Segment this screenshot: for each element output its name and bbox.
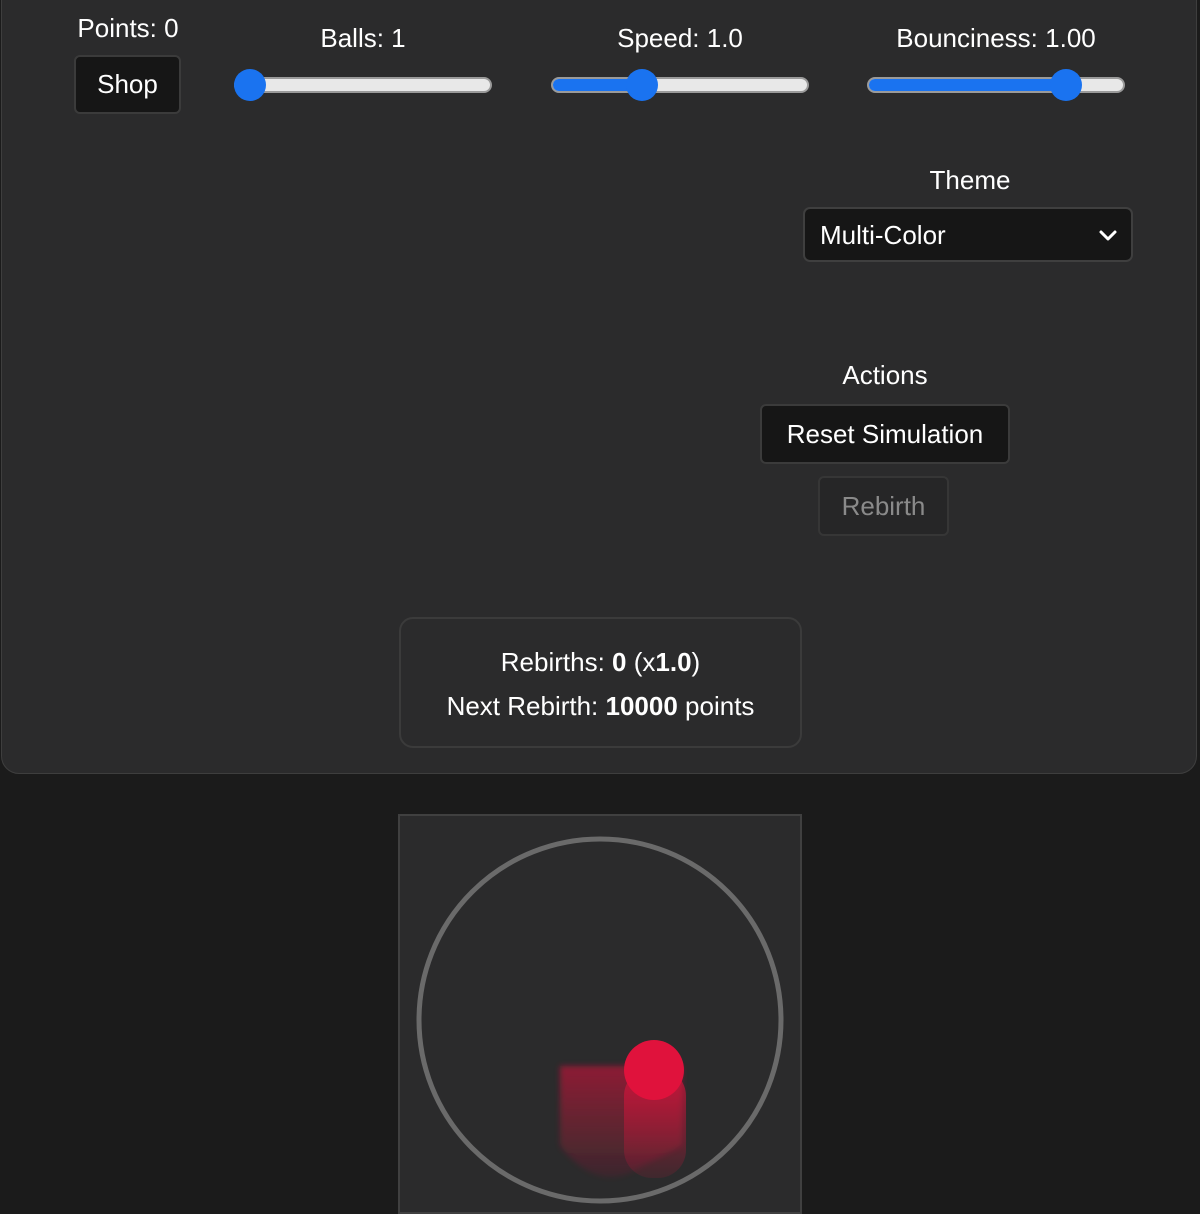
slider-track [551, 77, 809, 93]
next-rebirth-line: Next Rebirth: 10000 points [401, 691, 800, 722]
theme-selected-value: Multi-Color [820, 220, 946, 250]
slider-thumb[interactable] [234, 69, 266, 101]
rebirths-count: 0 [612, 647, 627, 677]
simulation-svg [416, 836, 784, 1204]
chevron-down-icon [1099, 230, 1117, 241]
rebirth-button[interactable]: Rebirth [818, 476, 949, 536]
balls-slider[interactable] [234, 68, 492, 102]
bounciness-label: Bounciness: 1.00 [896, 23, 1096, 53]
balls-label: Balls: 1 [320, 23, 406, 53]
slider-fill [869, 79, 1069, 91]
rebirths-line: Rebirths: 0 (x1.0) [401, 647, 800, 678]
next-rebirth-value: 10000 [605, 691, 678, 721]
multiplier-close: ) [691, 647, 701, 677]
multiplier-value: 1.0 [655, 647, 692, 677]
multiplier-open: (x [626, 647, 656, 677]
next-rebirth-suffix: points [677, 691, 755, 721]
slider-track [234, 77, 492, 93]
reset-simulation-button[interactable]: Reset Simulation [760, 404, 1010, 464]
theme-select[interactable]: Multi-Color [803, 207, 1133, 262]
shop-button[interactable]: Shop [74, 55, 181, 114]
next-rebirth-prefix: Next Rebirth: [446, 691, 606, 721]
actions-heading: Actions [842, 360, 928, 390]
rebirth-info-box: Rebirths: 0 (x1.0) Next Rebirth: 10000 p… [399, 617, 802, 748]
ball [624, 1040, 684, 1100]
speed-label: Speed: 1.0 [617, 23, 743, 53]
slider-thumb[interactable] [625, 69, 658, 101]
speed-slider[interactable] [551, 68, 809, 102]
slider-track [867, 77, 1125, 93]
bounciness-slider[interactable] [867, 68, 1125, 102]
theme-heading: Theme [929, 165, 1011, 195]
rebirths-prefix: Rebirths: [500, 647, 613, 677]
points-display: Points: 0 [77, 13, 179, 43]
slider-thumb[interactable] [1050, 69, 1083, 101]
simulation-canvas[interactable] [398, 814, 802, 1214]
